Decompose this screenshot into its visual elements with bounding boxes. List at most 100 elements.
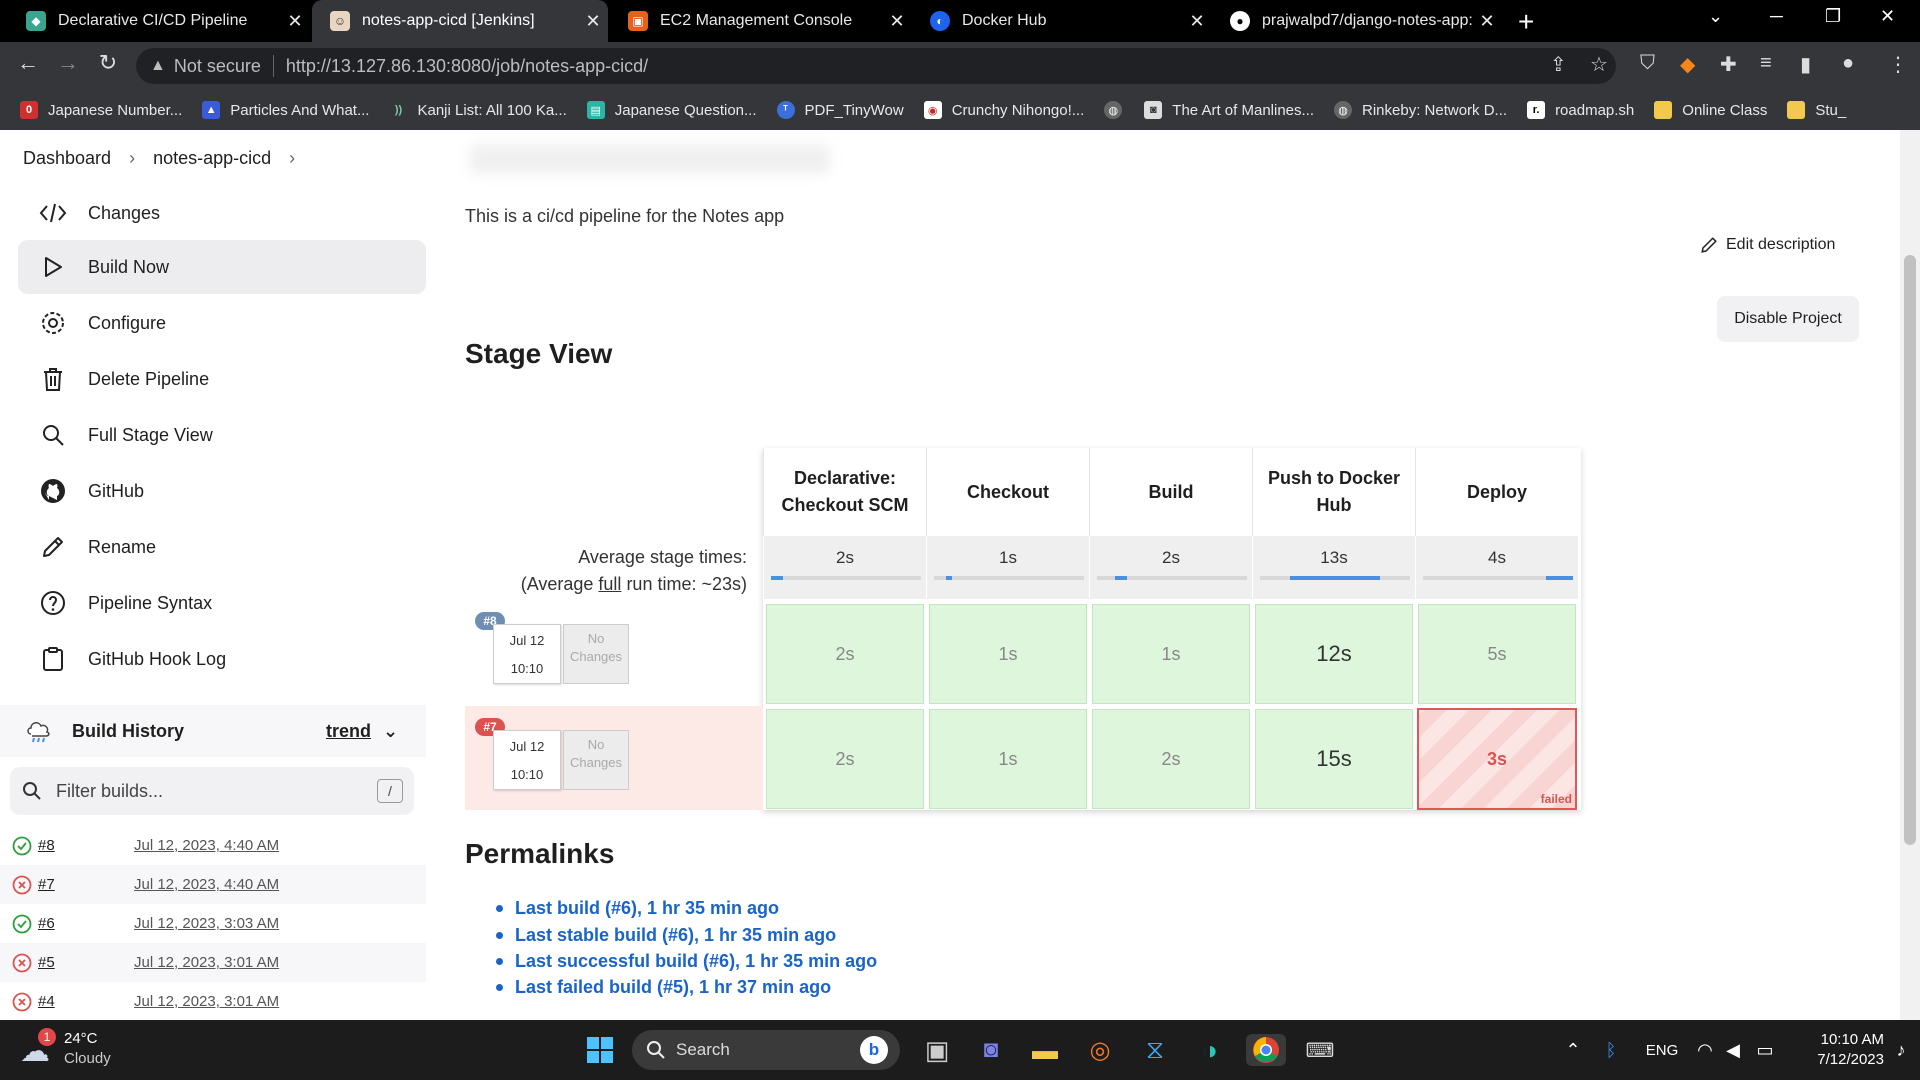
sidebar-item-changes[interactable]: Changes: [18, 186, 426, 240]
filter-builds-input[interactable]: Filter builds... /: [10, 767, 414, 815]
task-view-icon[interactable]: ▣: [920, 1034, 954, 1066]
reload-icon[interactable]: ↻: [92, 50, 124, 76]
bookmark-star-icon[interactable]: ☆: [1590, 52, 1608, 77]
chevron-up-icon[interactable]: ⌃: [1556, 1034, 1590, 1066]
bookmark-item[interactable]: ◙ The Art of Manlines...: [1144, 101, 1314, 119]
new-tab-icon[interactable]: +: [1518, 6, 1534, 38]
permalink-link[interactable]: Last failed build (#5), 1 hr 37 min ago: [515, 977, 831, 998]
language-indicator[interactable]: ENG: [1640, 1034, 1684, 1066]
bookmark-item[interactable]: ▤ Japanese Question...: [586, 101, 757, 119]
tab-jenkins[interactable]: ☺ notes-app-cicd [Jenkins] ✕: [312, 0, 608, 42]
edge-icon[interactable]: ◑: [1193, 1034, 1227, 1066]
stage-cell[interactable]: 5s: [1418, 604, 1576, 704]
breadcrumb-dashboard[interactable]: Dashboard: [23, 148, 111, 169]
chrome-menu-icon[interactable]: ⋮: [1888, 52, 1908, 77]
notification-bell-icon[interactable]: ♪: [1884, 1034, 1918, 1066]
sidebar-item-build-now[interactable]: Build Now: [18, 240, 426, 294]
address-bar[interactable]: ▲ Not secure http://13.127.86.130:8080/j…: [136, 48, 1616, 84]
file-explorer-icon[interactable]: ▬: [1028, 1034, 1062, 1066]
reading-list-icon[interactable]: ≡: [1760, 52, 1772, 75]
edit-description-link[interactable]: Edit description: [1700, 236, 1835, 254]
no-changes-box[interactable]: No Changes: [563, 730, 629, 790]
bookmark-folder[interactable]: Online Class: [1654, 101, 1767, 119]
extensions-puzzle-icon[interactable]: ✚: [1720, 52, 1737, 77]
share-icon[interactable]: ⇪: [1550, 52, 1567, 77]
build-row[interactable]: #8 Jul 12, 2023, 4:40 AM: [0, 826, 426, 865]
sidebar-item-delete-pipeline[interactable]: Delete Pipeline: [18, 352, 426, 406]
terminal-icon[interactable]: ⌨: [1303, 1034, 1337, 1066]
chrome-icon[interactable]: [1246, 1034, 1286, 1066]
sidebar-item-rename[interactable]: Rename: [18, 520, 426, 574]
build-date-link[interactable]: Jul 12, 2023, 3:01 AM: [134, 993, 279, 1010]
bookmark-item[interactable]: ◉ Crunchy Nihongo!...: [923, 101, 1084, 119]
bookmark-item[interactable]: 0 Japanese Number...: [20, 101, 182, 119]
chevron-down-icon[interactable]: ⌄: [383, 721, 398, 742]
sidebar-item-pipeline-syntax[interactable]: Pipeline Syntax: [18, 576, 426, 630]
close-tab-icon[interactable]: ✕: [280, 11, 310, 32]
stage-cell[interactable]: 15s: [1255, 709, 1413, 809]
taskbar-search[interactable]: Search b: [632, 1030, 900, 1070]
bookmark-item[interactable]: )) Kanji List: All 100 Ka...: [389, 101, 567, 119]
tab-declarative-pipeline[interactable]: ◆ Declarative CI/CD Pipeline ✕: [8, 0, 310, 42]
blender-icon[interactable]: ◎: [1083, 1034, 1117, 1066]
close-tab-icon[interactable]: ✕: [1182, 11, 1212, 32]
permalink-item[interactable]: Last build (#6), 1 hr 35 min ago: [496, 898, 779, 919]
profile-avatar-icon[interactable]: ●: [1842, 52, 1854, 75]
tab-github[interactable]: ● prajwalpd7/django-notes-app: Je ✕: [1212, 0, 1502, 42]
stage-cell[interactable]: 1s: [1092, 604, 1250, 704]
close-tab-icon[interactable]: ✕: [882, 11, 912, 32]
build-date-link[interactable]: Jul 12, 2023, 4:40 AM: [134, 837, 279, 854]
close-window-icon[interactable]: ✕: [1880, 6, 1895, 27]
build-row[interactable]: #7 Jul 12, 2023, 4:40 AM: [0, 865, 426, 904]
minimize-icon[interactable]: ─: [1770, 6, 1783, 27]
stage-cell[interactable]: 1s: [929, 709, 1087, 809]
teams-chat-icon[interactable]: ◙: [974, 1034, 1008, 1066]
build-row[interactable]: #6 Jul 12, 2023, 3:03 AM: [0, 904, 426, 943]
build-row[interactable]: #5 Jul 12, 2023, 3:01 AM: [0, 943, 426, 982]
volume-icon[interactable]: ◀: [1716, 1034, 1750, 1066]
scrollbar-thumb[interactable]: [1904, 255, 1916, 845]
restore-icon[interactable]: ❐: [1825, 6, 1841, 27]
stage-cell[interactable]: 2s: [1092, 709, 1250, 809]
permalink-link[interactable]: Last stable build (#6), 1 hr 35 min ago: [515, 925, 836, 946]
permalink-link[interactable]: Last successful build (#6), 1 hr 35 min …: [515, 951, 877, 972]
permalink-item[interactable]: Last failed build (#5), 1 hr 37 min ago: [496, 977, 831, 998]
build-number-link[interactable]: #5: [38, 954, 98, 971]
tab-ec2[interactable]: ▣ EC2 Management Console ✕: [610, 0, 912, 42]
trend-link[interactable]: trend: [326, 721, 371, 742]
battery-icon[interactable]: ▭: [1748, 1034, 1782, 1066]
clock[interactable]: 10:10 AM 7/12/2023: [1784, 1030, 1884, 1070]
build-number-link[interactable]: #8: [38, 837, 98, 854]
tab-docker-hub[interactable]: ◐ Docker Hub ✕: [912, 0, 1212, 42]
build-number-link[interactable]: #6: [38, 915, 98, 932]
stage-cell[interactable]: 1s: [929, 604, 1087, 704]
bookmark-item[interactable]: ◍: [1104, 101, 1132, 119]
page-scrollbar[interactable]: [1900, 130, 1920, 1020]
bookmark-folder[interactable]: Stu_: [1787, 101, 1846, 119]
back-icon[interactable]: ←: [12, 50, 44, 76]
bookmark-item[interactable]: ▲ Particles And What...: [202, 101, 369, 119]
forward-icon[interactable]: →: [52, 50, 84, 76]
permalink-item[interactable]: Last successful build (#6), 1 hr 35 min …: [496, 951, 877, 972]
side-panel-icon[interactable]: ▮: [1800, 52, 1811, 77]
bookmark-item[interactable]: r. roadmap.sh: [1527, 101, 1634, 119]
stage-cell[interactable]: 2s: [766, 709, 924, 809]
security-label[interactable]: Not secure: [174, 56, 261, 77]
sidebar-item-configure[interactable]: Configure: [18, 296, 426, 350]
url-text[interactable]: http://13.127.86.130:8080/job/notes-app-…: [286, 56, 648, 77]
sidebar-item-github[interactable]: GitHub: [18, 464, 426, 518]
disable-project-button[interactable]: Disable Project: [1717, 296, 1859, 342]
build-row[interactable]: #4 Jul 12, 2023, 3:01 AM: [0, 982, 426, 1020]
metamask-extension-icon[interactable]: ◆: [1680, 52, 1695, 77]
sidebar-item-full-stage-view[interactable]: Full Stage View: [18, 408, 426, 462]
sidebar-item-github-hook-log[interactable]: GitHub Hook Log: [18, 632, 426, 686]
no-changes-box[interactable]: No Changes: [563, 624, 629, 684]
close-tab-icon[interactable]: ✕: [1472, 11, 1502, 32]
stage-cell-failed[interactable]: 3s failed: [1417, 708, 1577, 810]
full-run-link[interactable]: full: [598, 574, 621, 594]
build-date-link[interactable]: Jul 12, 2023, 4:40 AM: [134, 876, 279, 893]
permalink-link[interactable]: Last build (#6), 1 hr 35 min ago: [515, 898, 779, 919]
build-number-link[interactable]: #7: [38, 876, 98, 893]
close-tab-icon[interactable]: ✕: [578, 11, 608, 32]
shield-extension-icon[interactable]: ⛉: [1640, 52, 1655, 75]
